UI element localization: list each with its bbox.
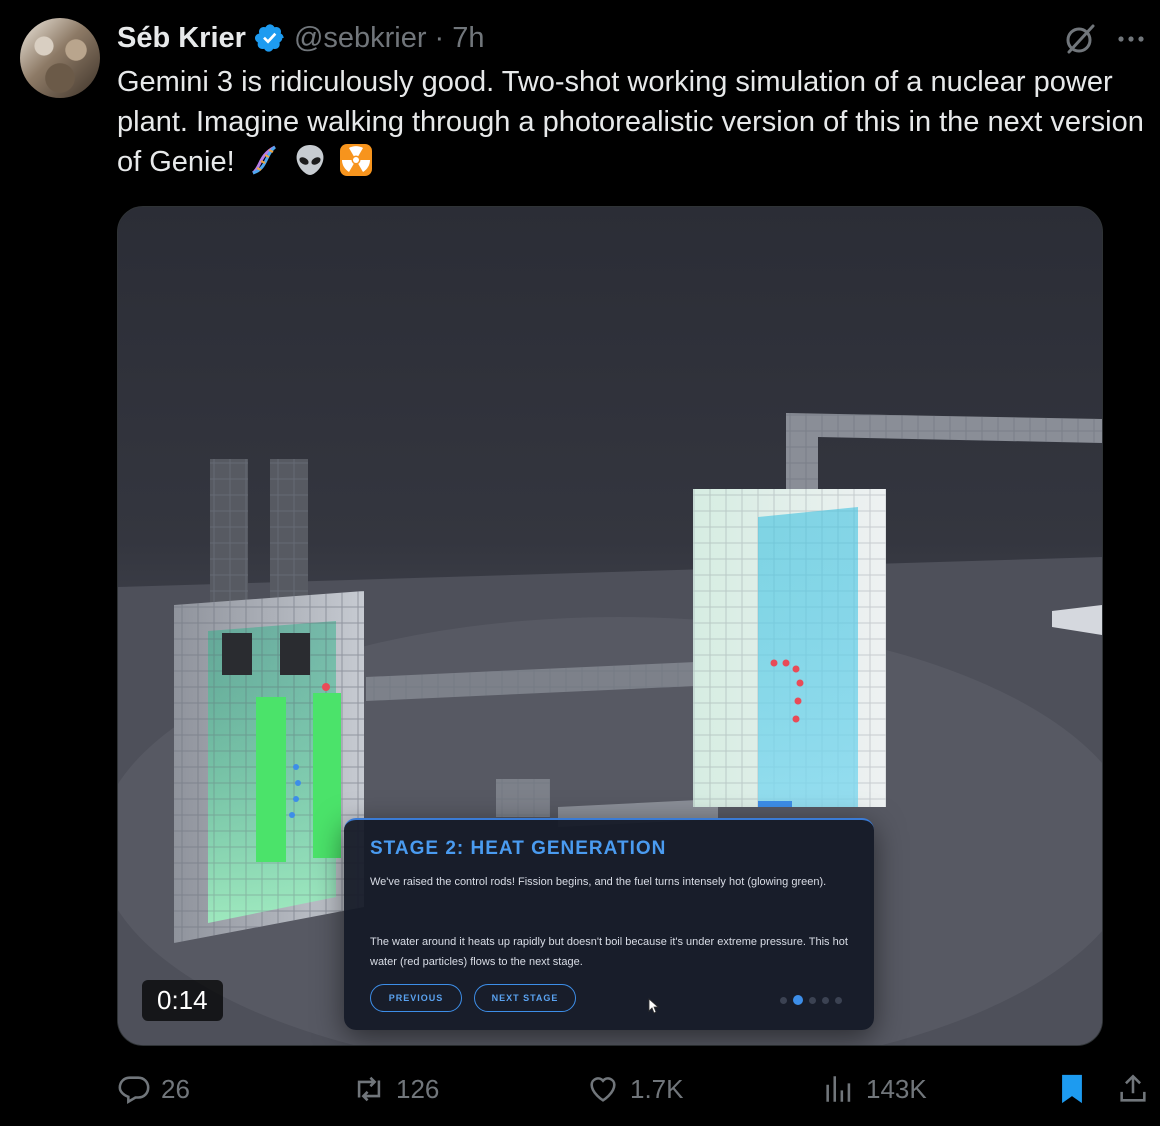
reply-icon	[118, 1076, 150, 1105]
repost-count: 126	[396, 1073, 440, 1104]
verified-badge-icon	[254, 24, 284, 52]
stage-title: STAGE 2: HEAT GENERATION	[370, 838, 667, 859]
author-handle[interactable]: @sebkrier	[294, 22, 427, 55]
video-duration: 0:14	[142, 980, 223, 1021]
like-count: 1.7K	[630, 1073, 684, 1104]
grok-icon[interactable]	[1063, 22, 1097, 56]
view-count: 143K	[866, 1073, 927, 1104]
tweet-text: Gemini 3 is ridiculously good. Two-shot …	[117, 62, 1147, 182]
alien-emoji-icon	[296, 145, 324, 175]
reply-count: 26	[161, 1073, 190, 1104]
stage-description-1: We've raised the control rods! Fission b…	[370, 876, 827, 888]
author-name[interactable]: Séb Krier	[117, 22, 246, 55]
pagination-dot[interactable]	[822, 996, 829, 1004]
stage-description-2: The water around it heats up rapidly but…	[370, 936, 848, 968]
pagination-dot[interactable]	[835, 996, 842, 1004]
tweet: Séb Krier @sebkrier · 7h Gemini 3 is rid…	[0, 0, 1160, 1126]
more-options-icon[interactable]	[1113, 22, 1149, 56]
repost-button[interactable]: 126	[352, 1072, 439, 1106]
views-button[interactable]: 143K	[822, 1072, 927, 1106]
timestamp[interactable]: 7h	[452, 22, 484, 55]
stage-pagination	[780, 995, 842, 1005]
reply-button[interactable]: 26	[117, 1072, 190, 1106]
heart-icon	[590, 1077, 616, 1102]
radioactive-emoji-icon	[339, 144, 372, 176]
mouse-cursor-icon	[648, 998, 660, 1014]
like-button[interactable]: 1.7K	[586, 1072, 684, 1106]
share-button[interactable]	[1116, 1072, 1150, 1106]
tweet-actions: 26 126 1.7K 143K	[0, 1066, 1160, 1116]
stage-info-panel: STAGE 2: HEAT GENERATION We've raised th…	[344, 818, 874, 1030]
bookmark-button[interactable]	[1055, 1072, 1089, 1106]
previous-button[interactable]: PREVIOUS	[370, 984, 462, 1012]
separator-dot: ·	[434, 21, 445, 54]
views-chart-icon	[826, 1076, 851, 1102]
tweet-header: Séb Krier @sebkrier · 7h	[117, 18, 484, 58]
share-icon	[1120, 1074, 1146, 1102]
pagination-dot-active[interactable]	[793, 995, 803, 1005]
reactor-building	[174, 459, 364, 943]
pagination-dot[interactable]	[780, 996, 787, 1004]
avatar[interactable]	[20, 18, 100, 98]
heat-exchanger-tower	[693, 489, 886, 807]
next-stage-button[interactable]: NEXT STAGE	[474, 984, 576, 1012]
bookmark-icon	[1062, 1074, 1082, 1104]
repost-icon	[357, 1076, 381, 1102]
pagination-dot[interactable]	[809, 996, 816, 1004]
dna-emoji-icon	[251, 145, 276, 175]
